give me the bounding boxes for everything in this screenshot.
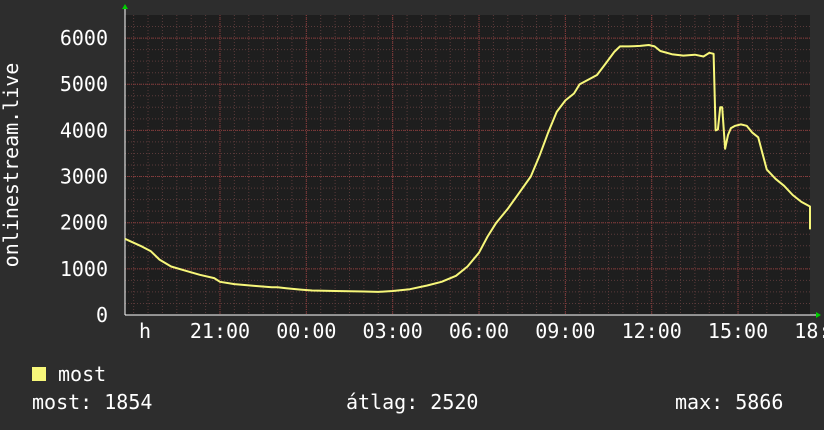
stat-current: most: 1854 xyxy=(32,390,153,414)
legend-label: most xyxy=(58,362,107,386)
y-axis-arrow xyxy=(122,4,128,9)
x-tick-label: 00:00 xyxy=(276,319,336,343)
y-tick-label: 6000 xyxy=(60,26,108,50)
y-tick-label: 0 xyxy=(96,303,108,327)
x-tick-label: h xyxy=(139,319,151,343)
graph-image: 0 1000 2000 3000 4000 5000 6000 h 21:00 00:00 03:0… xyxy=(0,0,824,430)
x-tick-label: 09:00 xyxy=(535,319,595,343)
x-tick-label: 21:00 xyxy=(190,319,250,343)
x-tick-label: 18:00 xyxy=(794,319,824,343)
chart: 0 1000 2000 3000 4000 5000 6000 h 21:00 00:00 03:0… xyxy=(0,4,824,343)
y-axis-title: onlinestream.live xyxy=(0,63,23,268)
x-tick-label: 06:00 xyxy=(449,319,509,343)
stat-max: max: 5866 xyxy=(675,390,784,414)
y-tick-label: 2000 xyxy=(60,211,108,235)
y-tick-label: 4000 xyxy=(60,118,108,142)
x-axis-arrow xyxy=(816,312,821,318)
y-tick-label: 3000 xyxy=(60,165,108,189)
stat-average: átlag: 2520 xyxy=(346,390,479,414)
legend-swatch xyxy=(32,367,46,381)
y-tick-label: 1000 xyxy=(60,257,108,281)
x-tick-label: 15:00 xyxy=(708,319,768,343)
x-tick-label: 12:00 xyxy=(622,319,682,343)
legend: most xyxy=(32,362,106,386)
x-tick-label: 03:00 xyxy=(363,319,423,343)
y-tick-label: 5000 xyxy=(60,72,108,96)
